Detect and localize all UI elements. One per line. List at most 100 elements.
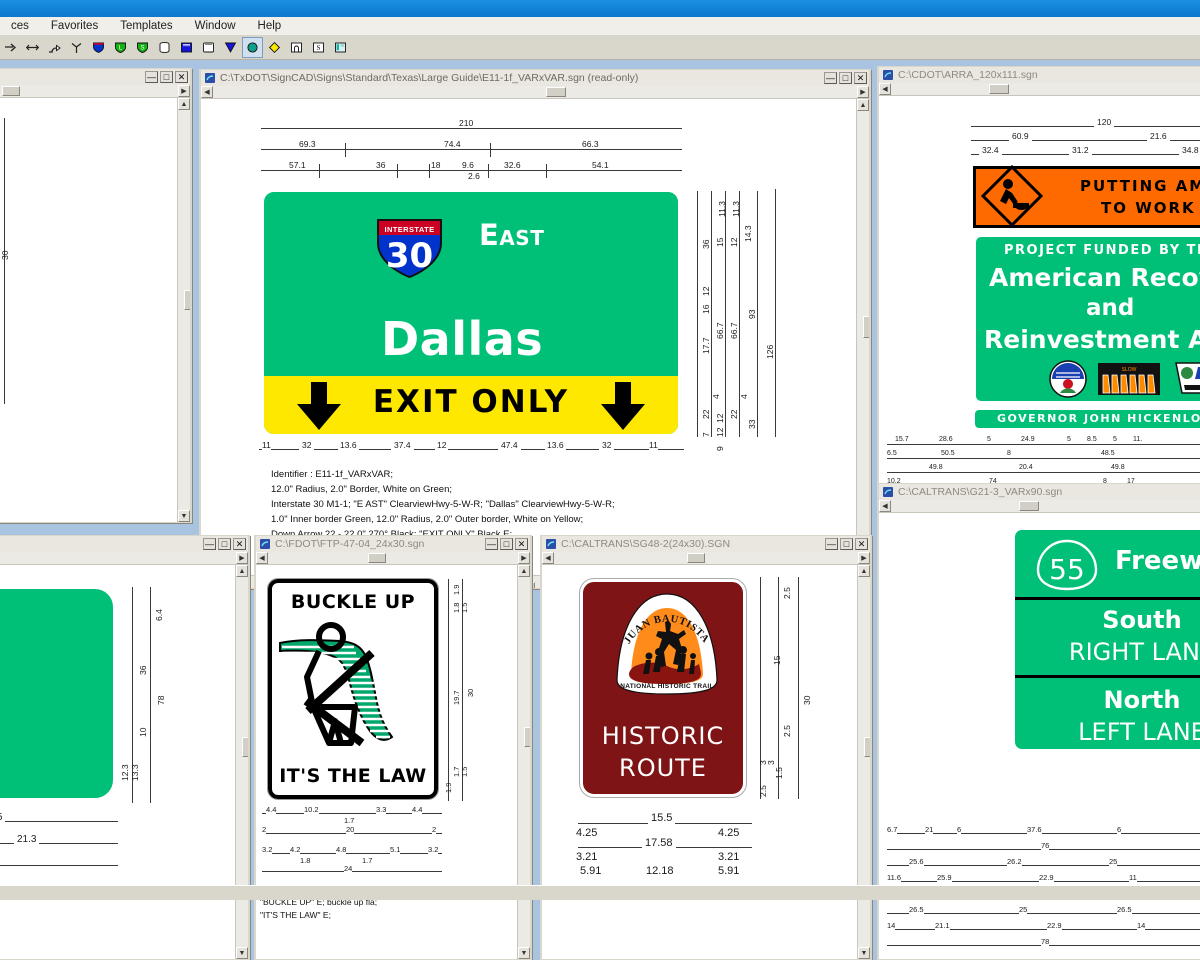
maximize-button[interactable]: □ xyxy=(500,538,513,550)
horizontal-scrollbar-top[interactable]: ◀ xyxy=(879,500,1200,513)
sg48-d-15b: 1.5 xyxy=(774,767,784,779)
g21-r4-3: 22.9 xyxy=(1039,873,1054,882)
horizontal-scrollbar-top[interactable]: ▶ xyxy=(0,85,190,98)
scroll-down-arrow[interactable]: ▼ xyxy=(178,510,190,522)
interstate-shield-icon[interactable] xyxy=(88,37,109,58)
vertical-scrollbar[interactable]: ▲ ▼ xyxy=(177,98,190,522)
maximize-button[interactable]: □ xyxy=(839,72,852,84)
vertical-scrollbar[interactable]: ▲ ▼ xyxy=(856,99,869,575)
scrollbar-thumb[interactable] xyxy=(864,737,870,757)
minimize-button[interactable]: — xyxy=(825,538,838,550)
window-title-bar[interactable]: C:\CDOT\ARRA_120x111.sgn xyxy=(879,67,1200,83)
window-arra-cdot-sign[interactable]: C:\CDOT\ARRA_120x111.sgn ◀ 120 60.9 21.6… xyxy=(877,66,1200,528)
dimension-line xyxy=(887,472,1200,473)
scrollbar-thumb[interactable] xyxy=(524,727,530,747)
maximize-button[interactable]: □ xyxy=(160,71,173,83)
window-e11-1f-texas-guide-sign[interactable]: C:\TxDOT\SignCAD\Signs\Standard\Texas\La… xyxy=(199,69,871,589)
scroll-left-arrow[interactable]: ◀ xyxy=(201,86,213,98)
scrollbar-thumb[interactable] xyxy=(863,316,869,338)
white-rectangle-sign-icon[interactable] xyxy=(198,37,219,58)
maximize-button[interactable]: □ xyxy=(218,538,231,550)
scroll-left-arrow[interactable]: ◀ xyxy=(879,500,891,512)
horizontal-scrollbar-top[interactable]: ◀ xyxy=(879,83,1200,96)
stop-sign-icon[interactable]: S xyxy=(308,37,329,58)
scroll-down-arrow[interactable]: ▼ xyxy=(236,947,248,959)
close-button[interactable]: ✕ xyxy=(854,72,867,84)
anza-trail-emblem-icon: JUAN BAUTISTA DE ANZA NATIONAL HISTORIC … xyxy=(609,584,721,698)
window-title-bar[interactable]: C:\CALTRANS\G21-3_VARx90.sgn xyxy=(879,484,1200,500)
state-route-shield-icon[interactable]: S xyxy=(132,37,153,58)
scroll-right-arrow[interactable]: ▶ xyxy=(857,86,869,98)
window-title-bar[interactable]: C:\FDOT\FTP-47-04_24x30.sgn — □ ✕ xyxy=(256,536,530,552)
maximize-button[interactable]: □ xyxy=(840,538,853,550)
scrollbar-thumb[interactable] xyxy=(989,84,1009,94)
scroll-right-arrow[interactable]: ▶ xyxy=(858,552,870,564)
junction-arrow-icon[interactable] xyxy=(66,37,87,58)
scrollbar-thumb[interactable] xyxy=(368,553,386,563)
scrollbar-thumb[interactable] xyxy=(687,553,705,563)
blank-rounded-sign-icon[interactable] xyxy=(154,37,175,58)
scrollbar-thumb[interactable] xyxy=(2,86,20,96)
window-canvas[interactable]: ◀ 120 60.9 21.6 32.4 31.2 34.8 PUTTING A… xyxy=(879,83,1200,527)
minimize-button[interactable]: — xyxy=(203,538,216,550)
blue-rectangle-sign-icon[interactable] xyxy=(176,37,197,58)
scrollbar-thumb[interactable] xyxy=(1019,501,1039,511)
scrollbar-thumb[interactable] xyxy=(242,737,248,757)
close-button[interactable]: ✕ xyxy=(855,538,868,550)
scroll-left-arrow[interactable]: ◀ xyxy=(879,83,891,95)
panel-sign-icon[interactable] xyxy=(330,37,351,58)
menu-item-ces[interactable]: ces xyxy=(0,18,40,34)
menu-item-favorites[interactable]: Favorites xyxy=(40,18,109,34)
buckle-up-sign: BUCKLE UP IT'S THE LAW xyxy=(267,578,439,800)
window-utah-scenic-byway[interactable]: — □ ✕ ▶ GHWAY xyxy=(0,68,192,523)
scroll-right-arrow[interactable]: ▶ xyxy=(236,552,248,564)
pennant-sign-icon[interactable] xyxy=(220,37,241,58)
window-title-bar[interactable]: C:\TxDOT\SignCAD\Signs\Standard\Texas\La… xyxy=(201,70,869,86)
window-canvas[interactable]: ▶ GHWAY xyxy=(0,85,190,522)
window-title-text: C:\CDOT\ARRA_120x111.sgn xyxy=(898,69,1038,81)
scroll-up-arrow[interactable]: ▲ xyxy=(857,99,869,111)
g21-r3-3: 25 xyxy=(1109,857,1118,866)
window-title-bar[interactable]: C:\CALTRANS\SG48-2(24x30).SGN — □ ✕ xyxy=(542,536,870,552)
circle-sign-icon[interactable] xyxy=(242,37,263,58)
arra-d-r2-2: 50.5 xyxy=(941,450,955,457)
tunnel-sign-icon[interactable] xyxy=(286,37,307,58)
menu-item-help[interactable]: Help xyxy=(247,18,293,34)
scroll-up-arrow[interactable]: ▲ xyxy=(178,98,190,110)
minimize-button[interactable]: — xyxy=(485,538,498,550)
g21-r7-1: 14 xyxy=(887,921,896,930)
scroll-up-arrow[interactable]: ▲ xyxy=(858,565,870,577)
window-canvas[interactable]: ◀ ▶ 210 69.3 74.4 66.3 57.1 36 18 9.6 32… xyxy=(201,86,869,588)
double-arrow-icon[interactable] xyxy=(22,37,43,58)
arra-orange-banner: PUTTING AMERI TO WORK xyxy=(973,164,1200,228)
horizontal-scrollbar-top[interactable]: ▶ xyxy=(0,552,248,565)
scroll-up-arrow[interactable]: ▲ xyxy=(518,565,530,577)
minimize-button[interactable]: — xyxy=(824,72,837,84)
arrow-right-icon[interactable] xyxy=(0,37,21,58)
scroll-left-arrow[interactable]: ◀ xyxy=(542,552,554,564)
minimize-button[interactable]: — xyxy=(145,71,158,83)
scroll-left-arrow[interactable]: ◀ xyxy=(256,552,268,564)
menu-item-templates[interactable]: Templates xyxy=(109,18,183,34)
horizontal-scrollbar-top[interactable]: ◀ ▶ xyxy=(201,86,869,99)
scroll-down-arrow[interactable]: ▼ xyxy=(858,947,870,959)
scroll-right-arrow[interactable]: ▶ xyxy=(178,85,190,97)
close-button[interactable]: ✕ xyxy=(175,71,188,83)
horizontal-scrollbar-top[interactable]: ◀ ▶ xyxy=(256,552,530,565)
scrollbar-thumb[interactable] xyxy=(184,290,190,310)
sign-direction-east-text: East xyxy=(479,218,545,252)
curved-arrow-icon[interactable] xyxy=(44,37,65,58)
scroll-down-arrow[interactable]: ▼ xyxy=(518,947,530,959)
scroll-up-arrow[interactable]: ▲ xyxy=(236,565,248,577)
work-zone-barrels-emblem-icon: SLOW xyxy=(1098,363,1160,400)
window-title-bar[interactable]: — □ ✕ xyxy=(0,69,190,85)
horizontal-scrollbar-top[interactable]: ◀ ▶ xyxy=(542,552,870,565)
close-button[interactable]: ✕ xyxy=(233,538,246,550)
scroll-right-arrow[interactable]: ▶ xyxy=(518,552,530,564)
scrollbar-thumb[interactable] xyxy=(546,87,566,97)
window-title-bar[interactable]: — □ ✕ xyxy=(0,536,248,552)
us-route-shield-icon[interactable]: L xyxy=(110,37,131,58)
menu-item-window[interactable]: Window xyxy=(184,18,247,34)
close-button[interactable]: ✕ xyxy=(515,538,528,550)
diamond-sign-icon[interactable] xyxy=(264,37,285,58)
